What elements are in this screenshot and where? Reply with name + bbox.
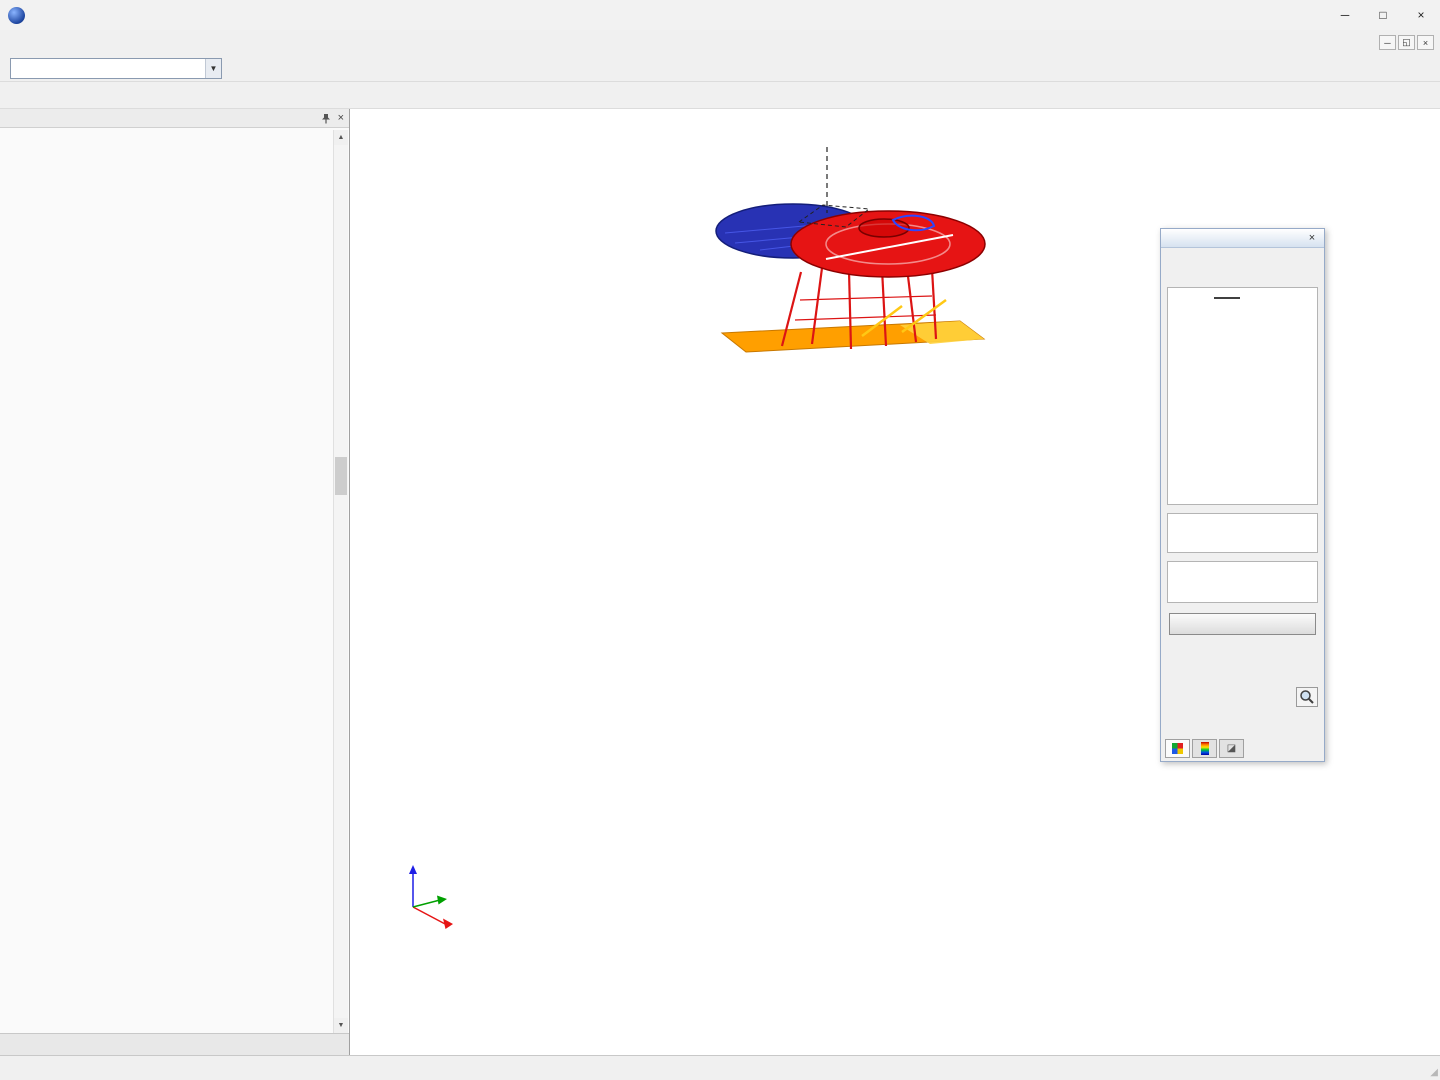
mdi-minimize-icon[interactable]: ─ [1379, 35, 1396, 50]
color-grid-icon [1172, 743, 1183, 754]
navigator-tabs [0, 1033, 349, 1055]
mdi-restore-icon[interactable]: ◱ [1398, 35, 1415, 50]
tower-platforms [722, 321, 984, 352]
mdi-close-icon[interactable]: × [1417, 35, 1434, 50]
close-icon[interactable]: × [1402, 0, 1440, 30]
graphics-viewport[interactable]: × [350, 109, 1440, 1055]
mdi-controls: ─ ◱ × [1377, 35, 1434, 50]
legend-color-bar [1214, 297, 1240, 299]
edit-toolbar [0, 82, 1440, 109]
pin-icon[interactable] [321, 113, 331, 124]
project-navigator: × ▲ ▼ [0, 109, 350, 1055]
rf-dynam-button[interactable] [1169, 613, 1316, 635]
navigator-close-icon[interactable]: × [338, 112, 344, 124]
title-bar: ─ □ × [0, 0, 1440, 30]
menu-bar: ─ ◱ × [0, 30, 1440, 55]
panel-tab-display-factors[interactable] [1192, 739, 1217, 758]
standard-toolbar: ▼ [0, 55, 1440, 82]
panel-tab-color-spectrum[interactable] [1165, 739, 1190, 758]
chevron-down-icon[interactable]: ▼ [205, 59, 221, 78]
maximize-icon[interactable]: □ [1364, 0, 1402, 30]
resize-grip[interactable]: ◢ [1430, 1067, 1438, 1078]
app-icon [8, 7, 25, 24]
radar-platform-discs [716, 204, 985, 277]
navigator-scrollbar[interactable]: ▲ ▼ [333, 130, 348, 1033]
color-scale-icon [1201, 742, 1209, 755]
scroll-down-icon[interactable]: ▼ [334, 1018, 348, 1033]
panel-tabs: ◪ [1165, 739, 1244, 758]
filter-icon: ◪ [1227, 743, 1236, 754]
load-case-combo[interactable]: ▼ [10, 58, 222, 79]
status-bar: ◢ [0, 1055, 1440, 1080]
navigator-tree [0, 130, 333, 1033]
magnifier-icon [1299, 689, 1315, 705]
panel-title-bar[interactable]: × [1161, 229, 1324, 248]
panel-tab-filter[interactable]: ◪ [1219, 739, 1244, 758]
scroll-up-icon[interactable]: ▲ [334, 130, 348, 145]
color-legend [1167, 287, 1318, 505]
magnifier-button[interactable] [1296, 687, 1318, 707]
axis-triad [409, 865, 453, 929]
panel-close-icon[interactable]: × [1305, 232, 1319, 244]
scrollbar-thumb[interactable] [335, 457, 347, 495]
minmax-box [1167, 513, 1318, 553]
results-panel[interactable]: × [1160, 228, 1325, 762]
navigator-header: × [0, 109, 349, 128]
rfem-window: ─ □ × ─ ◱ × ▼ × ▲ [0, 0, 1440, 1080]
result-target-options [1167, 561, 1318, 603]
minimize-icon[interactable]: ─ [1326, 0, 1364, 30]
